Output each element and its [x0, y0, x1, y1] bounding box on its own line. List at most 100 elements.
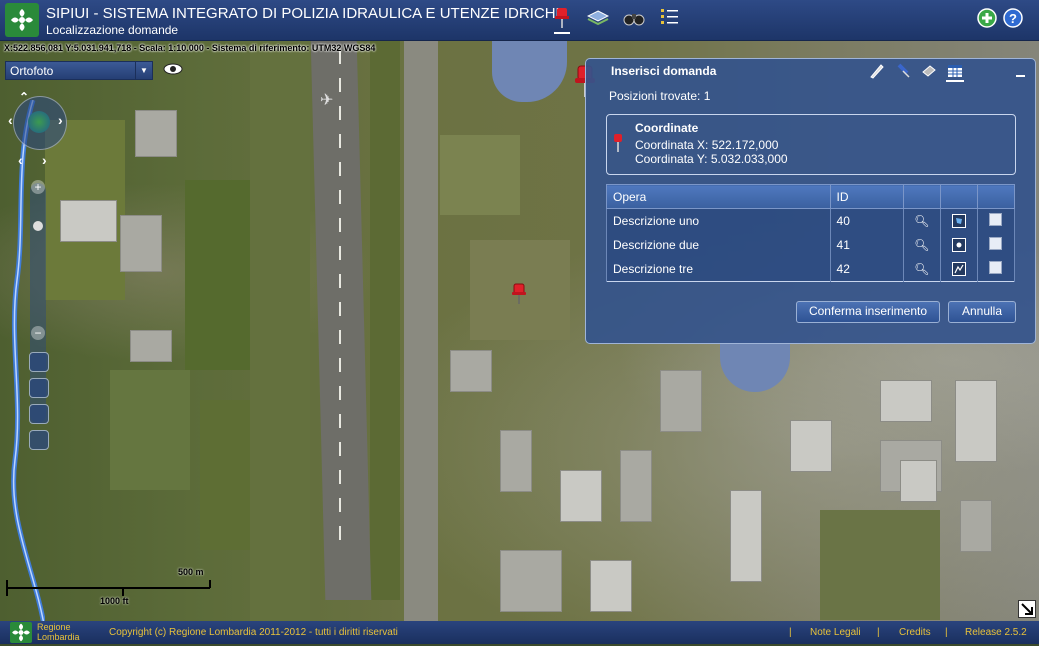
map-field	[820, 510, 940, 620]
line-icon[interactable]	[951, 261, 966, 276]
coordinate-y: Coordinata Y: 5.032.033,000	[635, 152, 788, 166]
point-icon[interactable]	[951, 237, 966, 252]
pan-up-icon[interactable]: ⌃	[19, 90, 29, 104]
logo	[5, 3, 39, 37]
works-table: Opera ID Descrizione uno 40 🔍︎ Descrizio…	[606, 184, 1016, 282]
scale-metric-label: 500 m	[178, 567, 204, 577]
insert-request-panel: Inserisci domanda Posizioni trovate: 1 C…	[585, 58, 1036, 344]
basemap-select[interactable]: Ortofoto ▼	[5, 61, 153, 80]
coordinate-x: Coordinata X: 522.172,000	[635, 138, 779, 152]
pushpin-icon[interactable]	[550, 6, 574, 34]
polygon-icon[interactable]	[951, 213, 966, 228]
eye-icon[interactable]	[163, 61, 183, 80]
footer-separator: |	[789, 627, 792, 638]
footer-separator: |	[877, 627, 880, 638]
table-row[interactable]: Descrizione due 41 🔍︎	[606, 233, 1016, 257]
pushpin-tool-icon[interactable]	[894, 62, 912, 80]
binoculars-icon[interactable]	[622, 6, 646, 30]
zoom-to-icon[interactable]: 🔍︎	[902, 257, 941, 282]
help-icon[interactable]: ?	[1001, 6, 1025, 30]
pan-tool-icon[interactable]	[29, 378, 49, 398]
list-icon[interactable]	[658, 6, 682, 30]
building	[960, 500, 992, 552]
map-field	[370, 40, 400, 600]
basemap-selected-label: Ortofoto	[10, 64, 54, 78]
map-navigation: ‹ › ⌃ ‹ › + −	[8, 88, 68, 458]
pushpin-icon	[614, 134, 622, 152]
zoom-to-icon[interactable]: 🔍︎	[902, 208, 941, 233]
app-title: SIPIUI - SISTEMA INTEGRATO DI POLIZIA ID…	[46, 5, 566, 22]
column-header-geometry	[939, 184, 978, 209]
column-header-opera[interactable]: Opera	[606, 184, 831, 209]
building	[880, 380, 932, 422]
opera-cell: Descrizione tre	[606, 257, 831, 282]
lake	[492, 40, 567, 102]
confirm-insert-button[interactable]: Conferma inserimento	[796, 301, 940, 323]
runway-centerline	[339, 50, 341, 550]
pan-left-icon[interactable]: ‹	[18, 152, 23, 168]
credits-link[interactable]: Credits	[899, 627, 931, 638]
minimize-button[interactable]	[1016, 75, 1025, 77]
positions-found-text: Posizioni trovate: 1	[609, 89, 711, 103]
globe-icon[interactable]	[28, 111, 50, 133]
building	[790, 420, 832, 472]
cancel-button[interactable]: Annulla	[948, 301, 1016, 323]
row-checkbox[interactable]	[989, 237, 1003, 250]
page-subtitle: Localizzazione domande	[46, 23, 179, 37]
zoom-box-icon[interactable]	[29, 404, 49, 424]
regione-logo-icon	[10, 622, 32, 643]
opera-cell: Descrizione uno	[606, 208, 831, 233]
column-header-id[interactable]: ID	[829, 184, 904, 209]
zoom-slider-handle[interactable]	[33, 221, 43, 231]
row-checkbox[interactable]	[989, 213, 1003, 226]
building	[660, 370, 702, 432]
pan-right-icon[interactable]: ›	[42, 152, 47, 168]
table-row[interactable]: Descrizione tre 42 🔍︎	[606, 257, 1016, 282]
regione-logo-text: Regione Lombardia	[37, 622, 80, 642]
chevron-down-icon[interactable]: ▼	[135, 62, 152, 79]
id-cell: 42	[829, 257, 904, 282]
taxiway	[404, 40, 438, 621]
building	[620, 450, 652, 522]
overview-map-button[interactable]	[1018, 600, 1036, 618]
row-checkbox[interactable]	[989, 261, 1003, 274]
zoom-out-button[interactable]: −	[31, 326, 45, 340]
svg-text:?: ?	[1009, 11, 1017, 26]
id-cell: 41	[829, 233, 904, 257]
pan-left-icon[interactable]: ‹	[8, 112, 13, 128]
lake	[720, 340, 790, 392]
table-icon[interactable]	[946, 62, 964, 82]
scale-imperial-label: 1000 ft	[100, 596, 129, 606]
runway	[310, 40, 372, 600]
panel-title: Inserisci domanda	[611, 64, 717, 78]
building	[500, 550, 562, 612]
location-marker-icon[interactable]	[511, 283, 527, 305]
building	[500, 430, 532, 492]
zoom-in-button[interactable]: +	[31, 180, 45, 194]
building	[590, 560, 632, 612]
table-row[interactable]: Descrizione uno 40 🔍︎	[606, 208, 1016, 233]
pencil-icon[interactable]	[868, 62, 886, 80]
pan-right-icon[interactable]: ›	[58, 112, 63, 128]
eraser-icon[interactable]	[920, 62, 938, 80]
zoom-to-icon[interactable]: 🔍︎	[902, 233, 941, 257]
map-field	[110, 370, 190, 490]
building	[450, 350, 492, 392]
select-tool-icon[interactable]	[29, 352, 49, 372]
copyright-text: Copyright (c) Regione Lombardia 2011-201…	[109, 627, 398, 638]
zoom-out-box-icon[interactable]	[29, 430, 49, 450]
map-field	[440, 135, 520, 215]
airplane-icon: ✈	[320, 92, 334, 109]
building	[900, 460, 937, 502]
opera-cell: Descrizione due	[606, 233, 831, 257]
building	[60, 200, 117, 242]
building	[135, 110, 177, 157]
add-icon[interactable]	[975, 6, 999, 30]
building	[560, 470, 602, 522]
building	[120, 215, 162, 272]
app-header: SIPIUI - SISTEMA INTEGRATO DI POLIZIA ID…	[0, 0, 1039, 41]
layers-icon[interactable]	[586, 6, 610, 30]
map-field	[250, 40, 310, 621]
legal-notes-link[interactable]: Note Legali	[810, 627, 861, 638]
app-footer: Regione Lombardia Copyright (c) Regione …	[0, 621, 1039, 644]
